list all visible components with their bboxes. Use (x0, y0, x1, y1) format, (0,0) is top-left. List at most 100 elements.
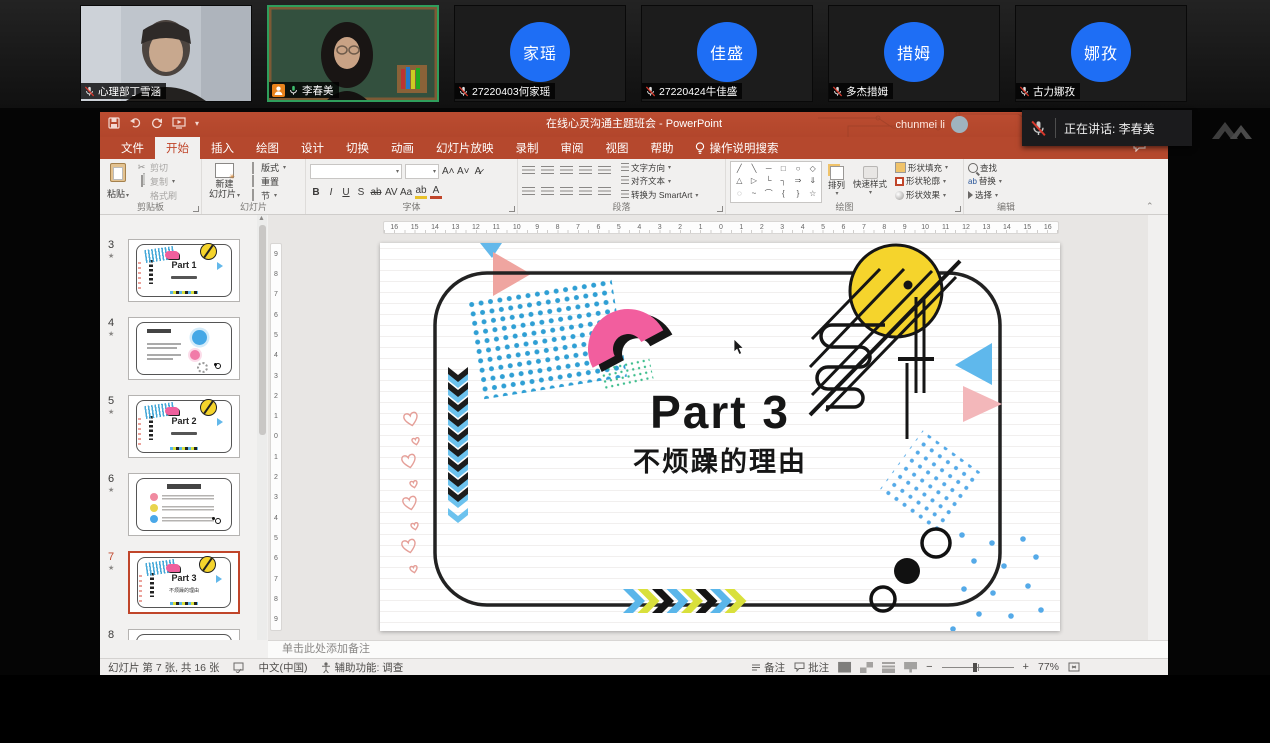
zoom-out-icon[interactable]: − (926, 661, 932, 673)
scroll-up-icon[interactable]: ▲ (258, 215, 265, 222)
accessibility-status[interactable]: 辅助功能: 调查 (321, 660, 403, 675)
account-avatar[interactable] (951, 116, 968, 133)
italic-icon[interactable]: I (325, 187, 337, 198)
numbering-icon[interactable] (541, 166, 554, 176)
tab-视图[interactable]: 视图 (595, 137, 640, 159)
horizontal-ruler: 1615141312111098765432101234567891011121… (383, 221, 1059, 234)
slide-sorter-view-icon[interactable] (860, 662, 873, 673)
participant-tile[interactable]: 佳盛27220424牛佳盛 (641, 5, 813, 102)
tab-文件[interactable]: 文件 (110, 137, 155, 159)
bullets-icon[interactable] (522, 166, 535, 176)
slide-thumbnail-6[interactable] (128, 473, 240, 536)
underline-icon[interactable]: U (340, 187, 352, 198)
slide-subtitle[interactable]: 不烦躁的理由 (380, 440, 1060, 479)
find-button[interactable]: 查找 (968, 162, 1044, 174)
tab-审阅[interactable]: 审阅 (550, 137, 595, 159)
shape-fill-button[interactable]: 形状填充▾ (895, 162, 948, 174)
comments-toggle[interactable]: 批注 (794, 660, 829, 675)
participant-tile[interactable]: 娜孜古力娜孜 (1015, 5, 1187, 102)
participant-tile[interactable]: 家瑶27220403何家瑶 (454, 5, 626, 102)
quick-styles-icon (863, 166, 878, 179)
shape-gallery[interactable]: ╱╲─□○◇ △▷└┐⇒⇓ ◌~⌒{}☆ (730, 161, 822, 203)
text-direction-button[interactable]: 文字方向▾ (621, 162, 698, 174)
zoom-slider[interactable] (942, 662, 1014, 673)
character-spacing-icon[interactable]: AV (385, 187, 397, 198)
status-bar: 幻灯片 第 7 张, 共 16 张 中文(中国) 辅助功能: 调查 备注 批注 … (100, 658, 1168, 675)
participant-tile[interactable]: 心理部丁雪涵 (80, 5, 252, 102)
tab-帮助[interactable]: 帮助 (640, 137, 685, 159)
animation-star-icon: ★ (108, 330, 124, 338)
quick-styles-button[interactable]: 快速样式▾ (851, 166, 889, 196)
slideshow-view-icon[interactable] (904, 662, 917, 673)
notes-pane[interactable]: 单击此处添加备注 (268, 640, 1168, 658)
drawing-dialog-launcher[interactable] (955, 206, 961, 212)
scrollbar-thumb[interactable] (259, 225, 266, 435)
collapse-ribbon-icon[interactable]: ⌃ (1146, 202, 1154, 210)
line-spacing-icon[interactable] (598, 166, 611, 176)
zoom-in-icon[interactable]: + (1023, 661, 1029, 673)
slide-title[interactable]: Part 3 (380, 385, 1060, 439)
slide-thumbnail-7[interactable]: Part 3不烦躁的理由 (128, 551, 240, 614)
paste-button[interactable]: 粘贴▾ (104, 161, 132, 202)
replace-button[interactable]: ab替换▾ (968, 175, 1044, 187)
shrink-font-icon[interactable]: A˅ (457, 166, 469, 177)
highlight-color-icon[interactable]: ab (415, 185, 427, 199)
new-slide-button[interactable]: 新建幻灯片▾ (206, 161, 243, 202)
grow-font-icon[interactable]: A˄ (442, 166, 454, 177)
spell-check-icon[interactable] (233, 662, 244, 673)
font-color-icon[interactable]: A (430, 185, 442, 199)
slide-thumbnail-4[interactable] (128, 317, 240, 380)
paragraph-dialog-launcher[interactable] (717, 206, 723, 212)
tab-切换[interactable]: 切换 (335, 137, 380, 159)
align-center-icon[interactable] (541, 187, 554, 197)
slide-thumbnail-8[interactable] (128, 629, 240, 640)
layout-button[interactable]: 版式▾ (247, 161, 286, 174)
tab-设计[interactable]: 设计 (290, 137, 335, 159)
columns-icon[interactable] (598, 187, 611, 197)
strikethrough-icon[interactable]: ab (370, 187, 382, 198)
text-shadow-icon[interactable]: S (355, 187, 367, 198)
thumbnail-subtitle: 不烦躁的理由 (169, 587, 199, 594)
arrange-button[interactable]: 排列▾ (826, 166, 847, 197)
clear-formatting-icon[interactable]: A̷ (472, 166, 484, 177)
slide-thumbnail-5[interactable]: Part 2 (128, 395, 240, 458)
notes-toggle[interactable]: 备注 (751, 660, 785, 675)
muted-mic-icon (84, 86, 95, 97)
cut-button[interactable]: ✂剪切 (136, 161, 177, 174)
zoom-level[interactable]: 77% (1038, 661, 1059, 673)
justify-icon[interactable] (579, 187, 592, 197)
increase-indent-icon[interactable] (579, 166, 592, 176)
reset-button[interactable]: 重置 (247, 175, 286, 188)
tab-插入[interactable]: 插入 (200, 137, 245, 159)
align-left-icon[interactable] (522, 187, 535, 197)
font-size-combo[interactable]: ▾ (405, 164, 439, 179)
align-right-icon[interactable] (560, 187, 573, 197)
align-text-button[interactable]: 对齐文本▾ (621, 175, 698, 187)
reading-view-icon[interactable] (882, 662, 895, 673)
participant-tile[interactable]: 措姆多杰措姆 (828, 5, 1000, 102)
account-area[interactable]: chunmei li (895, 112, 968, 137)
language-indicator[interactable]: 中文(中国) (258, 660, 307, 675)
clipboard-dialog-launcher[interactable] (193, 206, 199, 212)
copy-button[interactable]: 复制▾ (136, 175, 177, 188)
participant-tile[interactable]: 李春美 (267, 5, 439, 102)
change-case-icon[interactable]: Aa (400, 187, 412, 198)
normal-view-icon[interactable] (838, 662, 851, 673)
bold-icon[interactable]: B (310, 187, 322, 198)
shape-outline-button[interactable]: 形状轮廓▾ (895, 175, 948, 187)
slide-thumbnail-3[interactable]: Part 1 (128, 239, 240, 302)
tab-幻灯片放映[interactable]: 幻灯片放映 (425, 137, 505, 159)
fit-to-window-icon[interactable] (1068, 662, 1080, 672)
tab-开始[interactable]: 开始 (155, 137, 200, 159)
font-dialog-launcher[interactable] (509, 206, 515, 212)
tab-录制[interactable]: 录制 (505, 137, 550, 159)
tell-me-search[interactable]: 操作说明搜索 (685, 137, 789, 159)
decrease-indent-icon[interactable] (560, 166, 573, 176)
current-slide[interactable]: Part 3 不烦躁的理由 (380, 243, 1060, 631)
font-name-combo[interactable]: ▾ (310, 164, 402, 179)
thumbnail-scrollbar[interactable]: ▲ (257, 215, 267, 640)
muted-mic-icon (645, 86, 656, 97)
tab-动画[interactable]: 动画 (380, 137, 425, 159)
tab-绘图[interactable]: 绘图 (245, 137, 290, 159)
thumbnail-title: Part 2 (137, 416, 231, 426)
